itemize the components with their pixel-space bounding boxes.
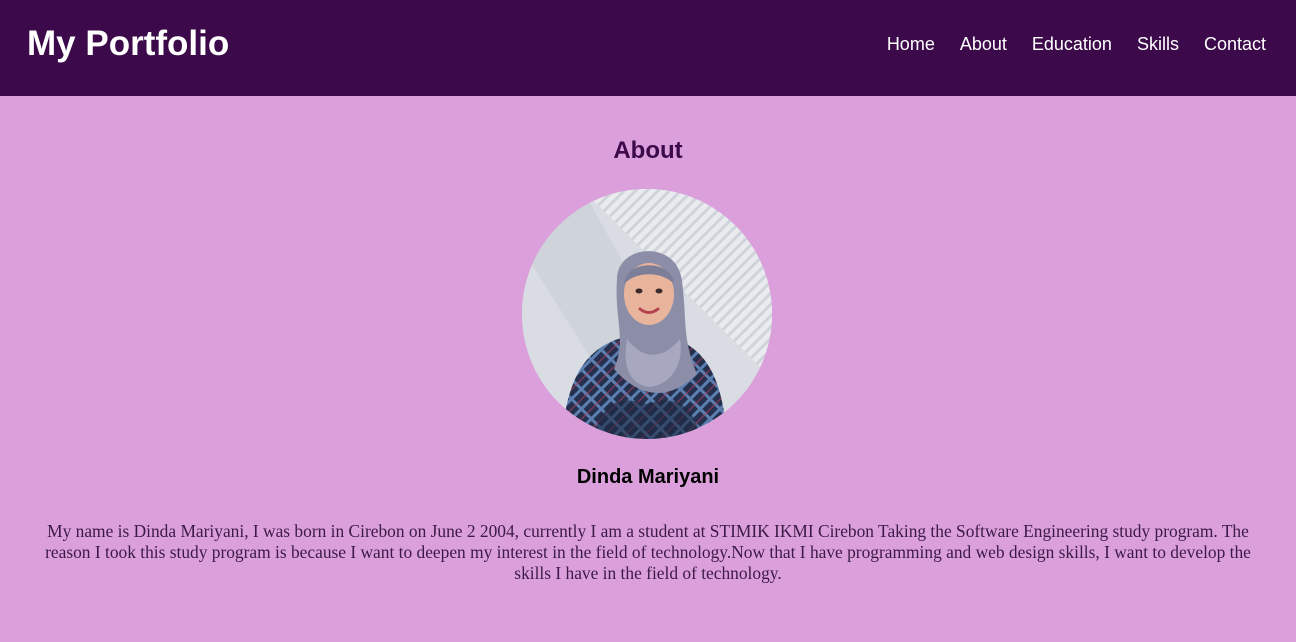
nav-item-home: Home	[887, 33, 935, 55]
nav-item-skills: Skills	[1137, 33, 1179, 55]
nav-link-skills[interactable]: Skills	[1137, 34, 1179, 54]
bio-paragraph: My name is Dinda Mariyani, I was born in…	[45, 521, 1251, 583]
site-brand[interactable]: My Portfolio	[27, 24, 229, 64]
nav-list: Home About Education Skills Contact	[887, 33, 1266, 55]
profile-photo	[522, 189, 772, 439]
person-name: Dinda Mariyani	[576, 466, 720, 488]
nav-link-about[interactable]: About	[960, 34, 1007, 54]
profile-photo-illustration	[522, 189, 772, 439]
site-header: My Portfolio Home About Education Skills…	[0, 0, 1296, 96]
nav-item-contact: Contact	[1204, 33, 1266, 55]
nav-link-education[interactable]: Education	[1032, 34, 1112, 54]
nav-link-home[interactable]: Home	[887, 34, 935, 54]
nav-link-contact[interactable]: Contact	[1204, 34, 1266, 54]
nav-item-education: Education	[1032, 33, 1112, 55]
section-title: About	[613, 137, 683, 164]
nav-item-about: About	[960, 33, 1007, 55]
